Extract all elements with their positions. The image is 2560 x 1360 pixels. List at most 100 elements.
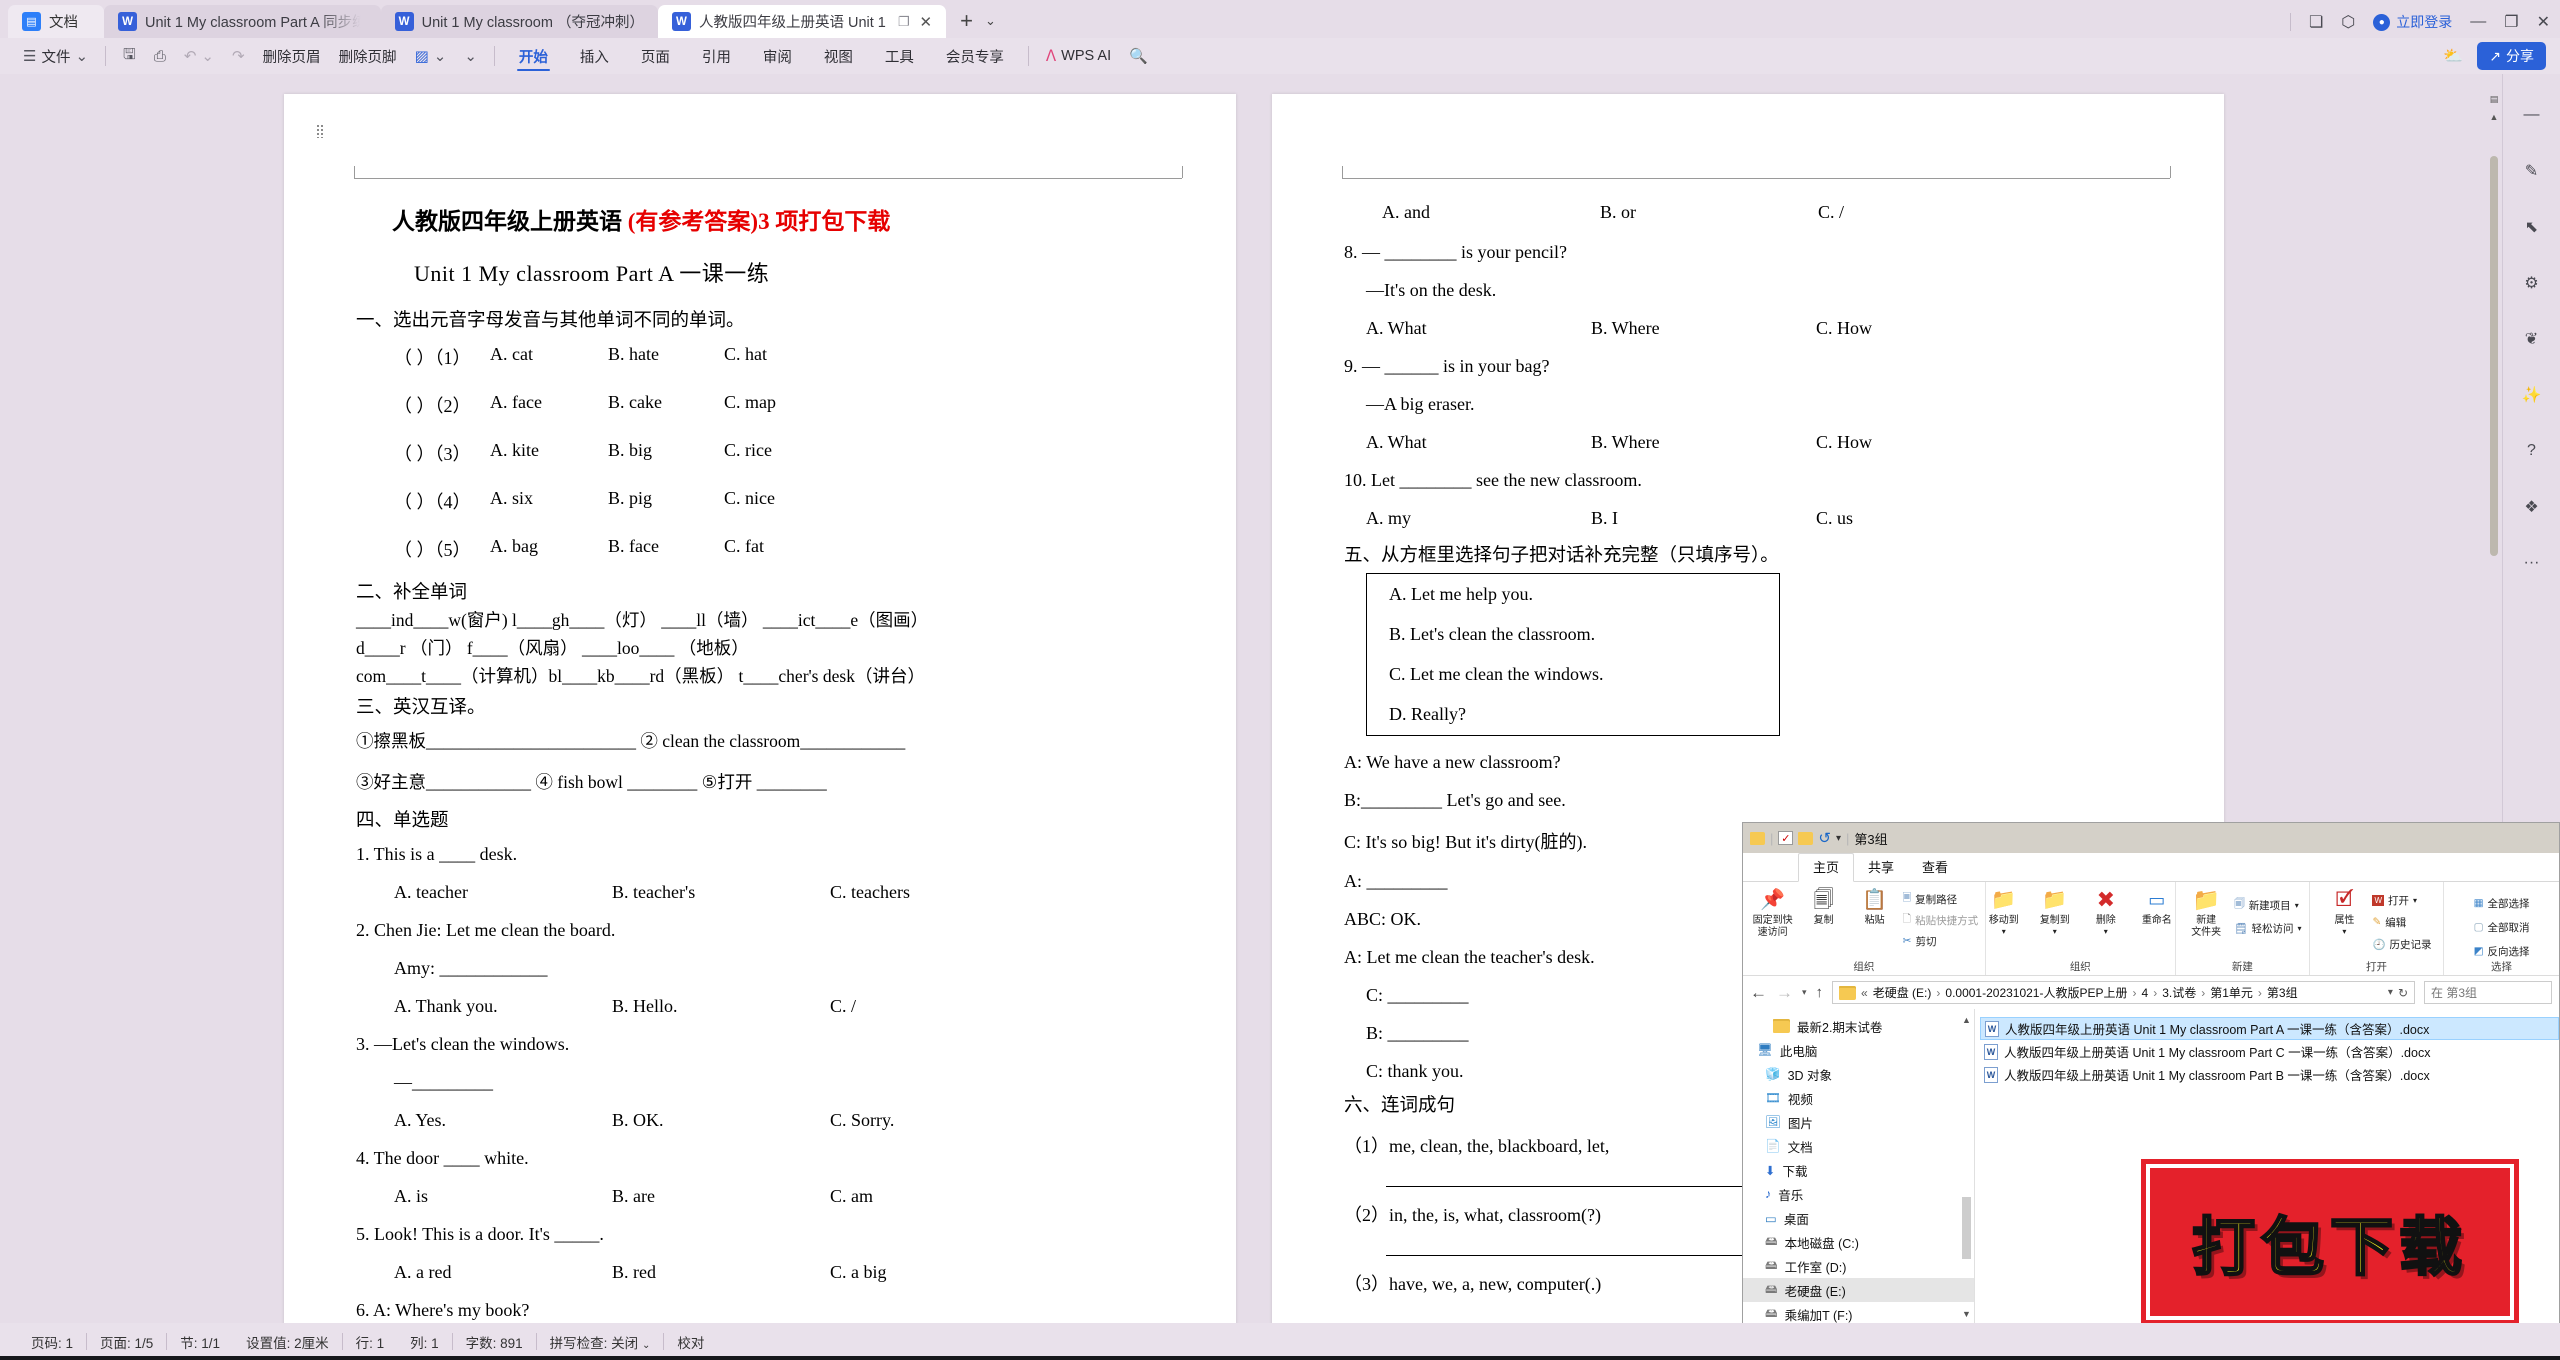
scroll-down-arrow[interactable]: ▼: [1962, 1309, 1971, 1319]
nav-scrollbar[interactable]: ▲ ▼: [1960, 1015, 1972, 1319]
select-none-button[interactable]: ▢ 全部取消: [2474, 917, 2530, 937]
chevron-down-icon[interactable]: ▾: [2413, 896, 2417, 905]
crumb-3[interactable]: 3.试卷: [2162, 984, 2196, 1001]
open-button[interactable]: W 打开 ▾: [2372, 890, 2431, 910]
scrollbar-thumb[interactable]: [1962, 1197, 1971, 1259]
pen-icon[interactable]: ✎: [2517, 156, 2547, 186]
nav-item-local-disk-c[interactable]: 🖴 本地磁盘 (C:): [1743, 1230, 1974, 1254]
easy-access-button[interactable]: 🗒 轻松访问 ▾: [2234, 918, 2301, 938]
more-quick-tools-button[interactable]: ⌄: [455, 42, 486, 70]
copy-path-button[interactable]: 🗏 复制路径: [1903, 889, 1978, 909]
delete-footer-button[interactable]: 删除页脚: [330, 42, 406, 70]
save-button[interactable]: 🖫: [114, 42, 145, 70]
maximize-button[interactable]: ❐: [2504, 12, 2518, 32]
new-folder-button[interactable]: 📁 新建 文件夹: [2183, 885, 2229, 938]
new-tab-button[interactable]: +: [960, 10, 973, 32]
scroll-up-arrow[interactable]: ▲: [2489, 112, 2499, 122]
delete-button[interactable]: ✖ 删除 ▾: [2083, 885, 2129, 936]
pin-to-quick-access-button[interactable]: 📌 固定到快 速访问: [1750, 885, 1796, 938]
navigation-pane[interactable]: 最新2.期末试卷 🖥 此电脑 🧊 3D 对象 🎞 视频 🖼 图片 📄 文档 ⬇ …: [1743, 1009, 1975, 1323]
up-button[interactable]: ↑: [1816, 984, 1824, 1001]
back-button[interactable]: ←: [1750, 983, 1767, 1003]
magic-wand-icon[interactable]: ✨: [2517, 380, 2547, 410]
leaf-shield-icon[interactable]: ❦: [2517, 324, 2547, 354]
nav-item-downloads[interactable]: ⬇ 下载: [1743, 1158, 1974, 1182]
new-item-button[interactable]: 🗐 新建项目 ▾: [2234, 895, 2301, 915]
crumb-2[interactable]: 4: [2142, 986, 2149, 1000]
chevron-down-icon[interactable]: ▾: [2053, 927, 2057, 936]
more-options-icon[interactable]: ···: [2517, 548, 2547, 578]
minimize-button[interactable]: —: [2470, 13, 2486, 31]
status-spellcheck[interactable]: 拼写检查: 关闭 ⌄: [537, 1332, 664, 1352]
scrollbar-thumb[interactable]: [2490, 156, 2498, 556]
tab-renjiaoban-unit1[interactable]: W 人教版四年级上册英语 Unit 1 ❐ ✕: [657, 5, 947, 38]
settings-sliders-icon[interactable]: ⚙: [2517, 268, 2547, 298]
collapse-rail-icon[interactable]: —: [2517, 100, 2547, 130]
tab-references[interactable]: 引用: [686, 39, 747, 73]
cloud-upload-icon[interactable]: ⛅: [2443, 46, 2463, 66]
search-button[interactable]: 🔍: [1120, 42, 1157, 70]
close-tab-icon[interactable]: ✕: [920, 13, 933, 31]
status-proofread[interactable]: 校对: [664, 1332, 717, 1352]
restore-tab-icon[interactable]: ❐: [898, 14, 910, 30]
chevron-down-icon[interactable]: ▾: [2295, 901, 2299, 910]
chevron-down-icon[interactable]: ▾: [2298, 924, 2302, 933]
tab-view[interactable]: 视图: [808, 39, 869, 73]
file-menu-button[interactable]: ☰ 文件 ⌄: [14, 42, 97, 70]
close-button[interactable]: ✕: [2537, 12, 2550, 32]
chevron-down-icon[interactable]: ▾: [2104, 927, 2108, 936]
tab-unit1-duoguan[interactable]: W Unit 1 My classroom （夺冠冲刺）: [380, 5, 658, 38]
tab-start[interactable]: 开始: [503, 39, 564, 73]
move-to-button[interactable]: 📁 移动到 ▾: [1981, 885, 2027, 936]
search-input[interactable]: 在 第3组: [2424, 981, 2552, 1004]
nav-item-pictures[interactable]: 🖼 图片: [1743, 1110, 1974, 1134]
highlight-button[interactable]: ▨ ⌄: [406, 42, 456, 70]
delete-header-button[interactable]: 删除页眉: [254, 42, 330, 70]
help-icon[interactable]: ?: [2517, 436, 2547, 466]
drag-handle-dots[interactable]: [316, 124, 324, 138]
file-row[interactable]: 人教版四年级上册英语 Unit 1 My classroom Part A 一课…: [1980, 1017, 2559, 1040]
crumb-1[interactable]: 0.0001-20231021-人教版PEP上册: [1945, 984, 2127, 1001]
scroll-split-icon[interactable]: ▤: [2489, 94, 2499, 105]
tab-insert[interactable]: 插入: [564, 39, 625, 73]
undo-icon[interactable]: ↺: [1818, 829, 1831, 847]
new-folder-quick-icon[interactable]: [1798, 831, 1814, 845]
chevron-down-icon[interactable]: ▾: [2388, 987, 2393, 998]
crumb-5[interactable]: 第3组: [2267, 984, 2298, 1001]
nav-item-this-pc[interactable]: 🖥 此电脑: [1743, 1038, 1974, 1062]
chevron-down-icon[interactable]: ▾: [2002, 927, 2006, 936]
scroll-up-arrow[interactable]: ▲: [1962, 1015, 1971, 1025]
nav-item-drive-d[interactable]: 🖴 工作室 (D:): [1743, 1254, 1974, 1278]
page-1[interactable]: 人教版四年级上册英语 (有参考答案)3 项打包下载 Unit 1 My clas…: [284, 94, 1236, 1323]
tab-review[interactable]: 审阅: [747, 39, 808, 73]
cursor-icon[interactable]: ⬉: [2517, 212, 2547, 242]
crumb-4[interactable]: 第1单元: [2210, 984, 2253, 1001]
breadcrumb[interactable]: « 老硬盘 (E:) › 0.0001-20231021-人教版PEP上册 › 4 ›…: [1832, 981, 2415, 1004]
properties-button[interactable]: 🗹 属性 ▾: [2321, 885, 2367, 936]
tab-home[interactable]: 主页: [1798, 853, 1855, 882]
login-button[interactable]: ● 立即登录: [2373, 12, 2452, 32]
crumb-0[interactable]: 老硬盘 (E:): [1873, 984, 1932, 1001]
nav-item-drive-f[interactable]: 🖴 乘编加T (F:): [1743, 1302, 1974, 1323]
nav-item-latest-exams[interactable]: 最新2.期末试卷: [1743, 1014, 1974, 1038]
tab-documents[interactable]: ▤ 文档: [8, 5, 104, 38]
tab-member[interactable]: 会员专享: [930, 39, 1020, 73]
nav-item-documents[interactable]: 📄 文档: [1743, 1134, 1974, 1158]
rename-button[interactable]: ▭ 重命名: [2134, 885, 2180, 927]
file-row[interactable]: 人教版四年级上册英语 Unit 1 My classroom Part B 一课…: [1980, 1063, 2559, 1086]
forward-button[interactable]: →: [1776, 983, 1793, 1003]
cube-icon[interactable]: ⬡: [2341, 12, 2355, 32]
multi-window-icon[interactable]: ❏: [2309, 12, 2323, 32]
wps-ai-button[interactable]: ᐱ WPS AI: [1037, 42, 1120, 70]
refresh-icon[interactable]: ↻: [2398, 986, 2408, 1000]
edit-button[interactable]: ✎ 编辑: [2372, 912, 2431, 932]
recent-locations-icon[interactable]: ▾: [1802, 987, 1807, 998]
copy-to-button[interactable]: 📁 复制到 ▾: [2032, 885, 2078, 936]
paste-shortcut-button[interactable]: 🗋 粘贴快捷方式: [1903, 910, 1978, 930]
properties-quick-icon[interactable]: ✓: [1778, 831, 1794, 845]
skin-icon[interactable]: ❖: [2517, 492, 2547, 522]
redo-button[interactable]: ↷: [223, 42, 254, 70]
history-button[interactable]: 🕘 历史记录: [2372, 934, 2431, 954]
tab-view[interactable]: 查看: [1908, 854, 1962, 881]
undo-button[interactable]: ↶ ⌄: [175, 42, 223, 70]
